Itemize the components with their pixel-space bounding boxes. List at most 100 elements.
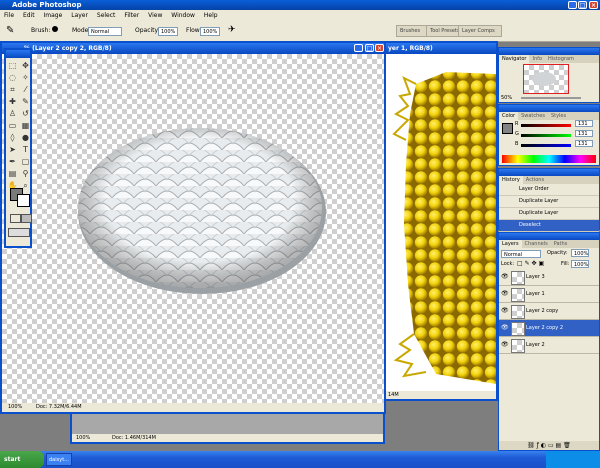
tab-paths[interactable]: Paths: [551, 240, 571, 248]
opacity-field[interactable]: 100%: [158, 27, 178, 36]
menu-view[interactable]: View: [148, 10, 162, 21]
background-color-swatch[interactable]: [17, 194, 30, 207]
pen-tool-icon[interactable]: ✒: [7, 156, 18, 167]
eye-icon[interactable]: 👁: [501, 303, 509, 319]
channel-r-slider[interactable]: [521, 124, 571, 127]
navigator-zoom[interactable]: 50%: [501, 95, 512, 101]
brush-preset-icon[interactable]: [52, 26, 58, 32]
lock-icons[interactable]: □ ✎ ✥ ▣: [517, 260, 544, 267]
layer-row[interactable]: 👁 Layer 2: [499, 337, 599, 354]
doc-window-flower[interactable]: yer 1, RGB/8) 14M: [384, 41, 498, 401]
menu-image[interactable]: Image: [44, 10, 63, 21]
doc-close-button[interactable]: ×: [375, 44, 384, 52]
taskbar-task[interactable]: daisyt...: [46, 453, 72, 466]
eyedropper-icon[interactable]: ⚲: [20, 168, 31, 179]
color-fg-swatch[interactable]: [502, 123, 513, 134]
tab-navigator[interactable]: Navigator: [499, 55, 530, 63]
layer-name: Layer 1: [526, 291, 545, 297]
blend-mode-select[interactable]: Normal: [501, 250, 541, 258]
layer-row[interactable]: 👁 Layer 1: [499, 286, 599, 303]
flow-field[interactable]: 100%: [200, 27, 220, 36]
tab-layers[interactable]: Layers: [499, 240, 522, 248]
panel-header: [499, 233, 599, 240]
start-button[interactable]: start: [0, 451, 44, 468]
navigator-preview[interactable]: [523, 64, 569, 94]
slice-tool-icon[interactable]: ⁄: [20, 84, 31, 95]
channel-r-field[interactable]: 131: [575, 120, 593, 127]
layer-row[interactable]: 👁 Layer 2 copy: [499, 303, 599, 320]
channel-b-field[interactable]: 131: [575, 140, 593, 147]
zoom-field[interactable]: 100%: [8, 403, 22, 411]
magic-wand-icon[interactable]: ✧: [20, 72, 31, 83]
eraser-tool-icon[interactable]: ▭: [7, 120, 18, 131]
menu-filter[interactable]: Filter: [124, 10, 139, 21]
history-item[interactable]: Duplicate Layer: [499, 208, 599, 220]
minimize-button[interactable]: _: [568, 1, 577, 9]
navigator-zoom-slider[interactable]: [521, 97, 581, 99]
clone-stamp-icon[interactable]: ♙: [7, 108, 18, 119]
channel-g-slider[interactable]: [521, 134, 571, 137]
channel-b-slider[interactable]: [521, 144, 571, 147]
notes-tool-icon[interactable]: ▤: [7, 168, 18, 179]
tab-histogram[interactable]: Histogram: [545, 55, 577, 63]
eye-icon[interactable]: 👁: [501, 337, 509, 353]
menu-file[interactable]: File: [4, 10, 14, 21]
tab-layer-comps[interactable]: Layer Comps: [458, 25, 502, 37]
tab-color[interactable]: Color: [499, 112, 519, 120]
brush-tool-icon[interactable]: ✎: [20, 96, 31, 107]
history-item[interactable]: Duplicate Layer: [499, 196, 599, 208]
shape-tool-icon[interactable]: ▢: [20, 156, 31, 167]
eye-icon[interactable]: 👁: [501, 269, 509, 285]
doc-maximize-button[interactable]: □: [365, 44, 374, 52]
close-button[interactable]: ×: [589, 1, 598, 9]
doc-minimize-button[interactable]: _: [354, 44, 363, 52]
eye-icon[interactable]: 👁: [501, 320, 509, 336]
marquee-tool-icon[interactable]: ⬚: [7, 60, 18, 71]
zoom-field[interactable]: 100%: [76, 434, 90, 442]
path-selection-icon[interactable]: ➤: [7, 144, 18, 155]
history-panel: History Actions Layer Order Duplicate Lay…: [498, 168, 600, 232]
doc-status-bar: 14M: [386, 391, 496, 399]
history-brush-icon[interactable]: ↺: [20, 108, 31, 119]
flower-image: [392, 72, 496, 384]
maximize-button[interactable]: □: [578, 1, 587, 9]
flower-canvas[interactable]: [386, 54, 496, 394]
doc-canvas[interactable]: [2, 54, 384, 406]
eye-icon[interactable]: 👁: [501, 286, 509, 302]
tab-channels[interactable]: Channels: [522, 240, 551, 248]
tab-styles[interactable]: Styles: [548, 112, 569, 120]
standard-mode-icon[interactable]: [10, 214, 21, 223]
blur-tool-icon[interactable]: ◊: [7, 132, 18, 143]
mode-select[interactable]: Normal: [88, 27, 122, 36]
fill-field[interactable]: 100%: [571, 260, 589, 268]
tab-info[interactable]: Info: [529, 55, 544, 63]
layer-opacity-field[interactable]: 100%: [571, 249, 589, 257]
screen-mode-icon[interactable]: [8, 228, 30, 237]
layers-footer-icons[interactable]: ⛓ ƒ ◐ ▭ ▤ 🗑: [499, 441, 599, 450]
channel-g-field[interactable]: 131: [575, 130, 593, 137]
layer-row[interactable]: 👁 Layer 3: [499, 269, 599, 286]
gradient-tool-icon[interactable]: ▦: [20, 120, 31, 131]
tab-actions[interactable]: Actions: [523, 176, 547, 184]
menu-edit[interactable]: Edit: [23, 10, 35, 21]
airbrush-icon[interactable]: ✈: [228, 25, 236, 35]
history-item-selected[interactable]: Deselect: [499, 220, 599, 232]
menu-help[interactable]: Help: [204, 10, 218, 21]
quick-mask-icon[interactable]: [21, 214, 32, 223]
menu-layer[interactable]: Layer: [71, 10, 88, 21]
brush-tool-icon[interactable]: ✎: [6, 25, 14, 36]
history-item[interactable]: Layer Order: [499, 184, 599, 196]
dodge-tool-icon[interactable]: ●: [20, 132, 31, 143]
healing-brush-icon[interactable]: ✚: [7, 96, 18, 107]
tab-swatches[interactable]: Swatches: [518, 112, 548, 120]
type-tool-icon[interactable]: T: [20, 144, 31, 155]
menu-select[interactable]: Select: [97, 10, 116, 21]
color-ramp[interactable]: [502, 155, 596, 163]
lasso-tool-icon[interactable]: ◌: [7, 72, 18, 83]
layer-row-selected[interactable]: 👁 Layer 2 copy 2: [499, 320, 599, 337]
move-tool-icon[interactable]: ✥: [20, 60, 31, 71]
tab-history[interactable]: History: [499, 176, 523, 184]
menu-window[interactable]: Window: [171, 10, 195, 21]
crop-tool-icon[interactable]: ⌗: [7, 84, 18, 95]
doc-window-active[interactable]: % (Layer 2 copy 2, RGB/8) _ □ × 100% Doc…: [0, 41, 386, 414]
